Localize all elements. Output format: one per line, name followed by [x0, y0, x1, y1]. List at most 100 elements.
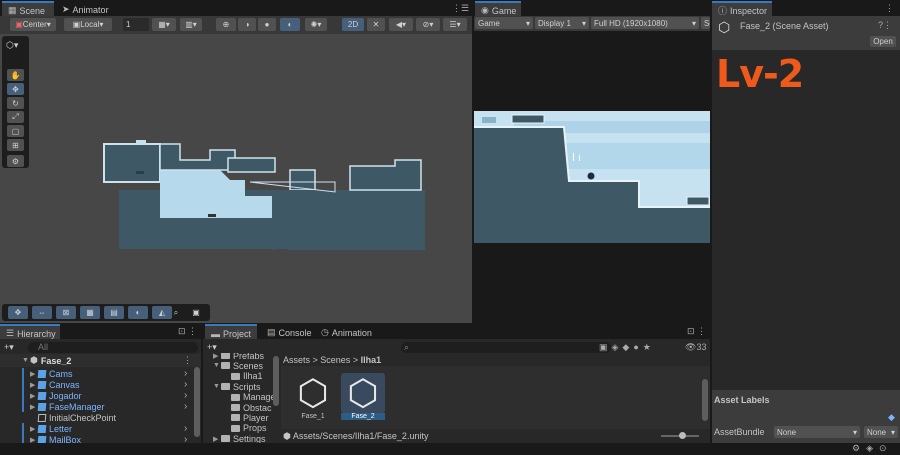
tile-move-icon[interactable]: ⇔ [32, 306, 52, 319]
rect-tool-icon[interactable]: ▢ [7, 125, 24, 137]
more-options-icon[interactable]: ⋮ [183, 355, 192, 366]
tab-game[interactable]: ◉ Game [475, 1, 521, 16]
chevron-right-icon[interactable]: › [184, 379, 187, 390]
folder-label: Player [243, 412, 269, 423]
resolution-dropdown[interactable]: Full HD (1920x1080) ▾ [591, 17, 699, 29]
chevron-right-icon[interactable]: › [184, 390, 187, 401]
asset-fase2[interactable]: ⬡ Fase_2 [341, 373, 385, 429]
grid-snap-icon[interactable]: ▦▾ [152, 18, 176, 31]
display-dropdown[interactable]: Display 1 ▾ [535, 17, 589, 29]
lock-icon[interactable]: ⊡ ⋮ [178, 326, 197, 337]
zoom-icon[interactable]: ⌕ [168, 306, 184, 319]
add-icon[interactable]: +▾ [207, 342, 217, 353]
tile-erase-icon[interactable]: ◐ [128, 306, 148, 319]
chevron-right-icon[interactable]: › [184, 423, 187, 434]
tab-project[interactable]: ▬ Project [205, 324, 258, 339]
chevron-right-icon[interactable]: › [184, 401, 187, 412]
audio-toggle-icon[interactable]: ◀▾ [389, 18, 413, 31]
folder-tree-item[interactable]: Ilha1 [203, 371, 279, 382]
tab-animator[interactable]: ➤ Animator [56, 1, 115, 16]
folder-icon [231, 372, 240, 380]
scene-viewport[interactable]: ⬡▾ ✋ ✥ ↻ ⤢ ▢ ⊞ ⚙ ✥ ⇔ ⊠ ▦ ▤ ◐ ◭ ⌕ ▣ [0, 34, 472, 323]
transform-tool-icon[interactable]: ⊞ [7, 139, 24, 151]
hierarchy-item[interactable]: ▶ Jogador › [0, 390, 195, 401]
custom-tool-icon[interactable]: ⚙ [7, 155, 24, 167]
inspector-panel: ⬡ Fase_2 (Scene Asset) ?⋮ Open Lv-2 Asse… [712, 16, 900, 455]
wireframe-icon[interactable]: ◑ [238, 18, 256, 31]
more-options-icon[interactable]: ⋮ [885, 3, 894, 14]
hierarchy-item-label: Letter [49, 423, 73, 434]
hierarchy-item[interactable]: ▶ Cams › [0, 368, 195, 379]
chevron-right-icon[interactable]: › [184, 368, 187, 379]
help-icon[interactable]: ?⋮ [878, 20, 892, 31]
2d-toggle-button[interactable]: 2D [342, 18, 364, 31]
game-viewport[interactable] [474, 31, 710, 323]
expand-arrow-icon[interactable]: ▼ [22, 357, 30, 364]
rotate-tool-icon[interactable]: ↻ [7, 97, 24, 109]
tile-box-icon[interactable]: ▦ [80, 306, 100, 319]
tab-console[interactable]: ▤ Console [261, 324, 318, 339]
tile-pick-icon[interactable]: ▤ [104, 306, 124, 319]
tab-inspector[interactable]: ⓘ Inspector [712, 1, 772, 16]
folder-tree-item[interactable]: Player [203, 412, 279, 423]
tile-paint-icon[interactable]: ⊠ [56, 306, 76, 319]
game-view-dropdown[interactable]: Game ▾ [475, 17, 533, 29]
hierarchy-search-input[interactable]: All [28, 342, 198, 353]
open-button[interactable]: Open [870, 36, 896, 47]
expand-arrow-icon[interactable]: ▼ [213, 383, 221, 390]
hierarchy-item[interactable]: ▶ Canvas › [0, 379, 195, 390]
debug-icon[interactable]: ✺▾ [305, 18, 327, 31]
folder-tree-item[interactable]: ▼ Scenes [203, 360, 279, 371]
status-icons[interactable]: ⚙◈⊙ [852, 443, 893, 454]
expand-arrow-icon[interactable]: ▶ [213, 353, 221, 360]
tree-scrollbar[interactable] [273, 356, 279, 406]
visibility-toggle-icon[interactable]: ⊘▾ [416, 18, 440, 31]
asset-bundle-dropdown[interactable]: None ▾ [774, 426, 860, 438]
asset-variant-dropdown[interactable]: None ▾ [864, 426, 898, 438]
folder-tree-item[interactable]: Props [203, 423, 279, 434]
gizmos-toggle-icon[interactable]: ☰▾ [443, 18, 467, 31]
expand-arrow-icon[interactable]: ▶ [213, 435, 221, 443]
folder-tree-item[interactable]: Obstac [203, 402, 279, 413]
scale-slider[interactable]: Sc [701, 17, 710, 29]
scale-tool-icon[interactable]: ⤢ [7, 111, 24, 123]
space-dropdown[interactable]: ▣ Local ▾ [64, 18, 112, 31]
hierarchy-item[interactable]: InitialCheckPoint [0, 412, 195, 423]
grid-visibility-icon[interactable]: ▥▾ [180, 18, 202, 31]
folder-tree-item[interactable]: ▶ Settings [203, 433, 279, 443]
breadcrumb-item[interactable]: Ilha1 [361, 355, 382, 365]
shaded-icon[interactable]: ● [258, 18, 276, 31]
lit-icon[interactable]: ◐ [280, 18, 300, 31]
expand-arrow-icon[interactable]: ▼ [213, 362, 221, 369]
mid-ground [272, 190, 350, 220]
search-filter-icons[interactable]: ▣◈◆●★ [599, 342, 655, 353]
slider-handle[interactable] [679, 432, 686, 439]
draw-mode-icon[interactable]: ⊕ [216, 18, 236, 31]
project-search-input[interactable]: ⌕ [401, 342, 611, 353]
breadcrumb-item[interactable]: Scenes [320, 355, 350, 365]
tab-scene[interactable]: ▦ Scene [2, 1, 54, 16]
tile-select-icon[interactable]: ✥ [8, 306, 28, 319]
view-options-icon[interactable]: ⬡▾ [6, 40, 18, 51]
hierarchy-scrollbar[interactable] [194, 367, 200, 437]
scene-root-row[interactable]: ▼ ⬢ Fase_2 ⋮ [0, 354, 201, 367]
hand-tool-icon[interactable]: ✋ [7, 69, 24, 81]
content-scrollbar[interactable] [702, 379, 708, 421]
tab-hierarchy[interactable]: ☰ Hierarchy [0, 324, 60, 339]
move-tool-icon[interactable]: ✥ [7, 83, 24, 95]
folder-tree-item[interactable]: Manager [203, 392, 279, 403]
pivot-dropdown[interactable]: ▣ Center ▾ [10, 18, 56, 31]
lighting-toggle-icon[interactable]: ✕ [367, 18, 385, 31]
lock-icon[interactable]: ⊡ ⋮ [687, 326, 706, 337]
hierarchy-item[interactable]: ▶ FaseManager › [0, 401, 195, 412]
more-options-icon[interactable]: ⋮☰ [452, 3, 469, 14]
tag-icon[interactable]: ◆ [888, 412, 895, 423]
tab-animation[interactable]: ◷ Animation [315, 324, 378, 339]
snap-value-input[interactable]: 1 [123, 18, 149, 31]
breadcrumb-item[interactable]: Assets [283, 355, 310, 365]
add-icon[interactable]: +▾ [4, 342, 14, 353]
hierarchy-item[interactable]: ▶ Letter › [0, 423, 195, 434]
asset-fase1[interactable]: ⬡ Fase_1 [291, 373, 335, 429]
folder-tree-item[interactable]: ▼ Scripts [203, 381, 279, 392]
palette-icon[interactable]: ▣ [188, 306, 204, 319]
